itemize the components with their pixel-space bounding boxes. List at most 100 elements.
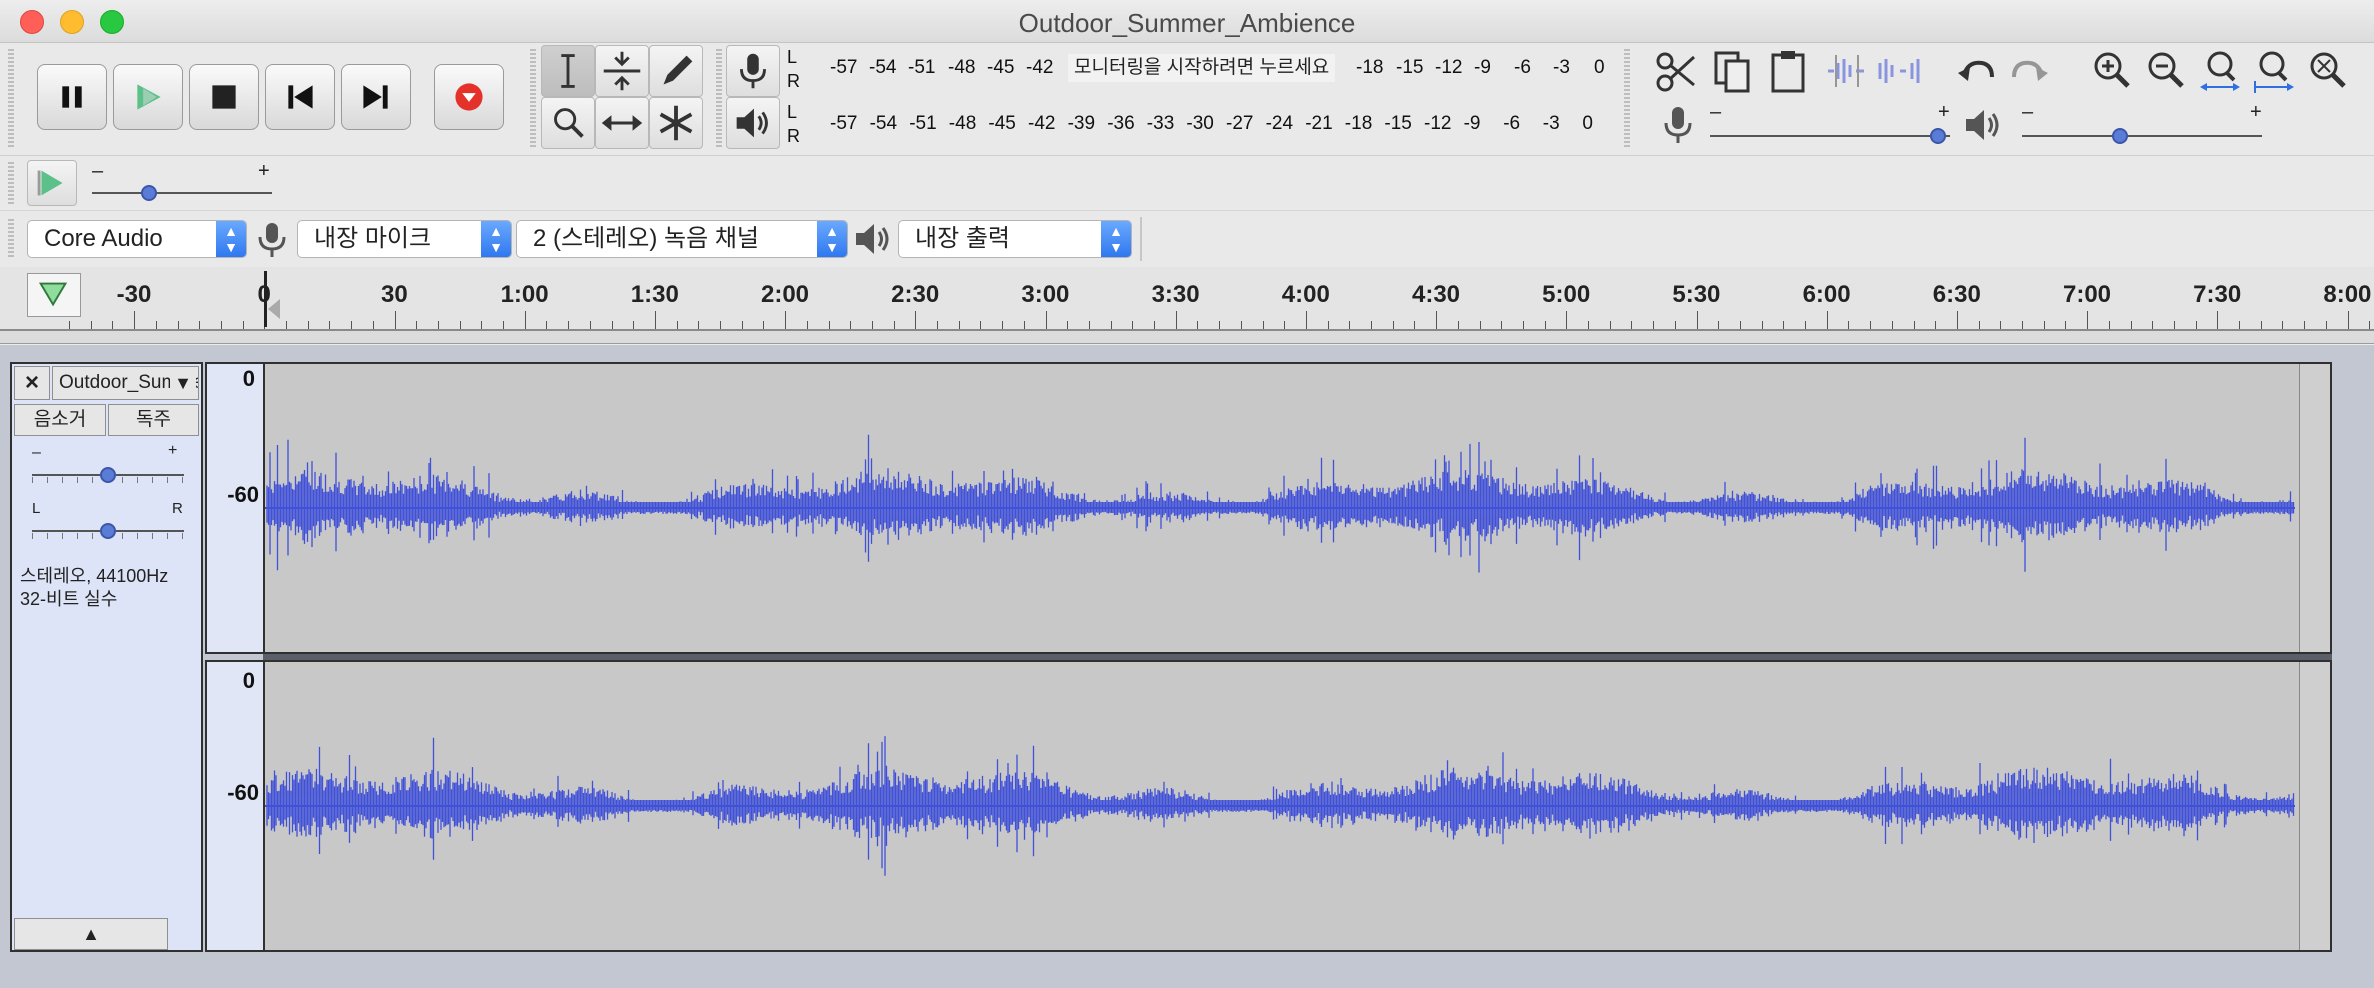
ruler-time-label: 2:00 <box>760 281 810 308</box>
paste-button[interactable] <box>1762 45 1814 97</box>
fit-project-button[interactable] <box>2248 45 2300 97</box>
playhead-marker[interactable] <box>264 271 267 327</box>
cut-icon <box>1656 52 1696 92</box>
ruler-time-label: 4:00 <box>1281 281 1330 308</box>
ruler-tick <box>2369 321 2371 329</box>
ruler-tick <box>546 321 548 329</box>
ruler-tick <box>633 321 635 329</box>
play-speed-slider-thumb[interactable] <box>141 185 158 201</box>
record-button[interactable] <box>434 64 504 130</box>
collapse-track-button[interactable]: ▲ <box>14 918 168 950</box>
redo-button[interactable] <box>2004 45 2056 97</box>
play-speed-slider[interactable] <box>92 182 272 204</box>
trim-button[interactable] <box>1820 45 1872 97</box>
ruler-tick <box>1392 321 1394 329</box>
pan-right-label: R <box>172 500 183 517</box>
record-volume-slider-thumb[interactable] <box>1929 128 1946 144</box>
zoom-out-button[interactable] <box>2140 45 2192 97</box>
gain-slider-thumb[interactable] <box>100 467 116 483</box>
ruler-time-label: 5:00 <box>1542 281 1591 308</box>
channels-select[interactable]: 2 (스테레오) 녹음 채널 ▲ ▼ <box>516 220 848 258</box>
stop-button[interactable] <box>189 64 259 130</box>
silence-button[interactable] <box>1874 45 1926 97</box>
mute-button[interactable]: 음소거 <box>14 404 106 436</box>
ruler-tick <box>1436 311 1438 329</box>
ruler-tick <box>2282 321 2284 329</box>
waveform-left-channel[interactable] <box>263 362 2332 654</box>
timeshift-tool[interactable] <box>595 97 649 149</box>
ruler-tick <box>329 321 331 329</box>
playback-volume-slider[interactable] <box>2022 125 2262 147</box>
envelope-tool[interactable] <box>595 45 649 97</box>
gain-slider[interactable] <box>32 464 184 484</box>
ruler-time-label: 6:00 <box>1802 281 1851 308</box>
audio-host-select[interactable]: Core Audio ▲ ▼ <box>27 220 247 258</box>
ruler-time-label: 1:30 <box>630 281 679 308</box>
playback-volume-slider-thumb[interactable] <box>2111 128 2128 144</box>
skip-to-end-button[interactable] <box>341 64 411 130</box>
ruler-tick <box>2304 321 2306 329</box>
record-meter-tick-label: -12 <box>1435 57 1463 78</box>
multi-tool[interactable] <box>649 97 703 149</box>
meter-toolbar-grip[interactable] <box>716 49 722 149</box>
copy-button[interactable] <box>1706 45 1758 97</box>
playback-meter-button[interactable] <box>726 97 780 149</box>
record-meter-button[interactable] <box>726 45 780 97</box>
solo-button[interactable]: 독주 <box>108 404 199 436</box>
ruler-tick <box>654 311 656 329</box>
fit-selection-button[interactable] <box>2194 45 2246 97</box>
device-toolbar-grip[interactable] <box>8 219 14 259</box>
timeline-ruler[interactable]: -300301:001:302:002:303:003:304:004:305:… <box>0 267 2374 331</box>
ruler-tick <box>785 311 787 329</box>
play-at-speed-grip[interactable] <box>8 162 14 204</box>
selection-tool[interactable] <box>541 45 595 97</box>
playback-meter-tick-label: -42 <box>1028 113 1056 134</box>
play-at-speed-button[interactable] <box>27 160 77 206</box>
playback-meter[interactable]: -57 -54 -51 -48 -45 -42 -39 -36 -33 -30 -27 -24 -21-… <box>808 113 1608 137</box>
zoom-in-button[interactable] <box>2086 45 2138 97</box>
tools-toolbar-grip[interactable] <box>530 49 536 149</box>
edit-toolbar-grip[interactable] <box>1624 49 1630 149</box>
transport-toolbar-grip[interactable] <box>8 49 14 149</box>
input-device-select[interactable]: 내장 마이크 ▲ ▼ <box>297 220 512 258</box>
track-name-menu[interactable]: Outdoor_Summer_Ambience ▼ <box>52 366 199 400</box>
chevron-down-icon: ▼ <box>170 367 196 399</box>
vertical-ruler-left-channel[interactable]: 0 -60 <box>205 362 263 654</box>
playback-meter-tick-label: -18 <box>1344 113 1373 134</box>
draw-tool-icon <box>663 55 693 85</box>
output-device-icon-wrap <box>852 219 892 259</box>
waveform-right-channel[interactable] <box>263 660 2332 952</box>
zoom-tool[interactable] <box>541 97 595 149</box>
speed-max: + <box>258 160 270 182</box>
ruler-time-label: 5:30 <box>1672 281 1721 308</box>
pan-slider[interactable] <box>32 520 184 540</box>
vertical-ruler-right-channel[interactable]: 0 -60 <box>205 660 263 952</box>
pause-button[interactable] <box>37 64 107 130</box>
undo-button[interactable] <box>1950 45 2002 97</box>
copy-icon <box>1714 51 1750 93</box>
playback-meter-tick-label: -36 <box>1107 113 1135 134</box>
ruler-tick <box>1805 321 1806 329</box>
skip-to-start-button[interactable] <box>265 64 335 130</box>
ruler-tick <box>850 321 852 329</box>
toolbar-divider <box>1140 217 1142 261</box>
record-volume-slider[interactable] <box>1710 125 1950 147</box>
ruler-tick <box>1414 321 1416 329</box>
ruler-tick <box>893 321 895 329</box>
ruler-tick <box>741 321 743 329</box>
ruler-tick <box>1132 321 1134 329</box>
ruler-time-label: 6:30 <box>1932 281 1981 308</box>
ruler-tick <box>220 321 222 329</box>
chevron-updown-icon: ▲ ▼ <box>817 221 847 257</box>
pan-slider-thumb[interactable] <box>100 523 116 539</box>
ruler-tick <box>481 321 483 329</box>
record-meter-prompt[interactable]: 모니터링을 시작하려면 누르세요 <box>1068 54 1336 82</box>
output-device-select[interactable]: 내장 출력 ▲ ▼ <box>898 220 1132 258</box>
playhead-arrow-icon <box>268 299 280 319</box>
track-close-button[interactable]: × <box>14 366 50 400</box>
draw-tool[interactable] <box>649 45 703 97</box>
zoom-toggle-button[interactable] <box>2302 45 2354 97</box>
play-button[interactable] <box>113 64 183 130</box>
cut-button[interactable] <box>1650 45 1702 97</box>
playback-volume-min: – <box>2022 101 2034 123</box>
